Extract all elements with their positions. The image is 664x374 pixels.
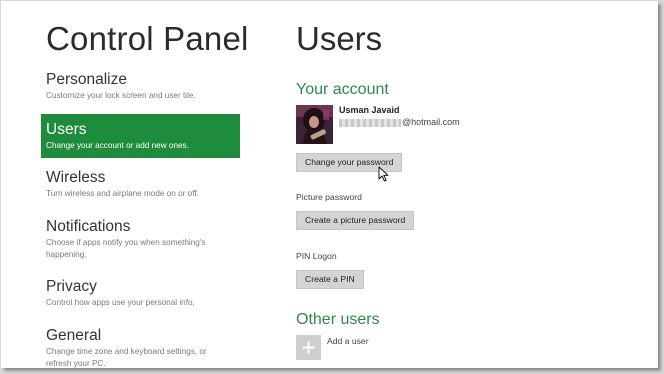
nav-item-description: Turn wireless and airplane mode on or of… <box>46 189 199 198</box>
create-picture-password-button[interactable]: Create a picture password <box>296 211 415 230</box>
nav-item-users[interactable]: Users Change your account or add new one… <box>41 114 240 158</box>
nav-item-label: Personalize <box>46 71 127 88</box>
nav-item-general[interactable]: General Change time zone and keyboard se… <box>41 327 240 368</box>
nav-item-description: Change your account or add new ones. <box>46 141 189 150</box>
add-user-button[interactable] <box>296 335 321 360</box>
nav-item-description: Customize your lock screen and user tile… <box>46 91 196 100</box>
user-name: Usman Javaid <box>339 105 400 115</box>
pin-logon-label: PIN Logon <box>296 251 337 261</box>
nav-item-description: Change time zone and keyboard settings, … <box>46 347 207 368</box>
page-title: Users <box>296 20 383 57</box>
avatar <box>296 105 333 144</box>
app-title: Control Panel <box>46 20 249 57</box>
nav-item-label: Wireless <box>46 169 106 186</box>
plus-icon <box>302 341 315 354</box>
other-users-heading: Other users <box>296 311 380 328</box>
add-user-label[interactable]: Add a user <box>327 336 369 346</box>
picture-password-label: Picture password <box>296 192 362 202</box>
redacted-email-local-part <box>339 118 401 127</box>
user-email: @hotmail.com <box>339 117 460 127</box>
nav-item-privacy[interactable]: Privacy Control how apps use your person… <box>41 278 240 316</box>
mouse-pointer-icon <box>378 166 389 182</box>
nav-item-notifications[interactable]: Notifications Choose if apps notify you … <box>41 218 240 266</box>
email-domain: @hotmail.com <box>402 117 460 127</box>
nav-item-personalize[interactable]: Personalize Customize your lock screen a… <box>41 71 240 109</box>
avatar-image <box>296 105 333 144</box>
nav-item-label: Privacy <box>46 278 97 295</box>
create-pin-button[interactable]: Create a PIN <box>296 270 364 289</box>
your-account-heading: Your account <box>296 81 389 98</box>
nav-item-label: Users <box>46 121 87 138</box>
nav-item-label: Notifications <box>46 218 131 235</box>
nav-item-description: Choose if apps notify you when something… <box>46 238 206 259</box>
control-panel-window: Control Panel Personalize Customize your… <box>1 1 658 368</box>
nav-item-description: Control how apps use your personal info. <box>46 298 195 307</box>
nav-item-wireless[interactable]: Wireless Turn wireless and airplane mode… <box>41 169 240 207</box>
nav-item-label: General <box>46 327 102 344</box>
